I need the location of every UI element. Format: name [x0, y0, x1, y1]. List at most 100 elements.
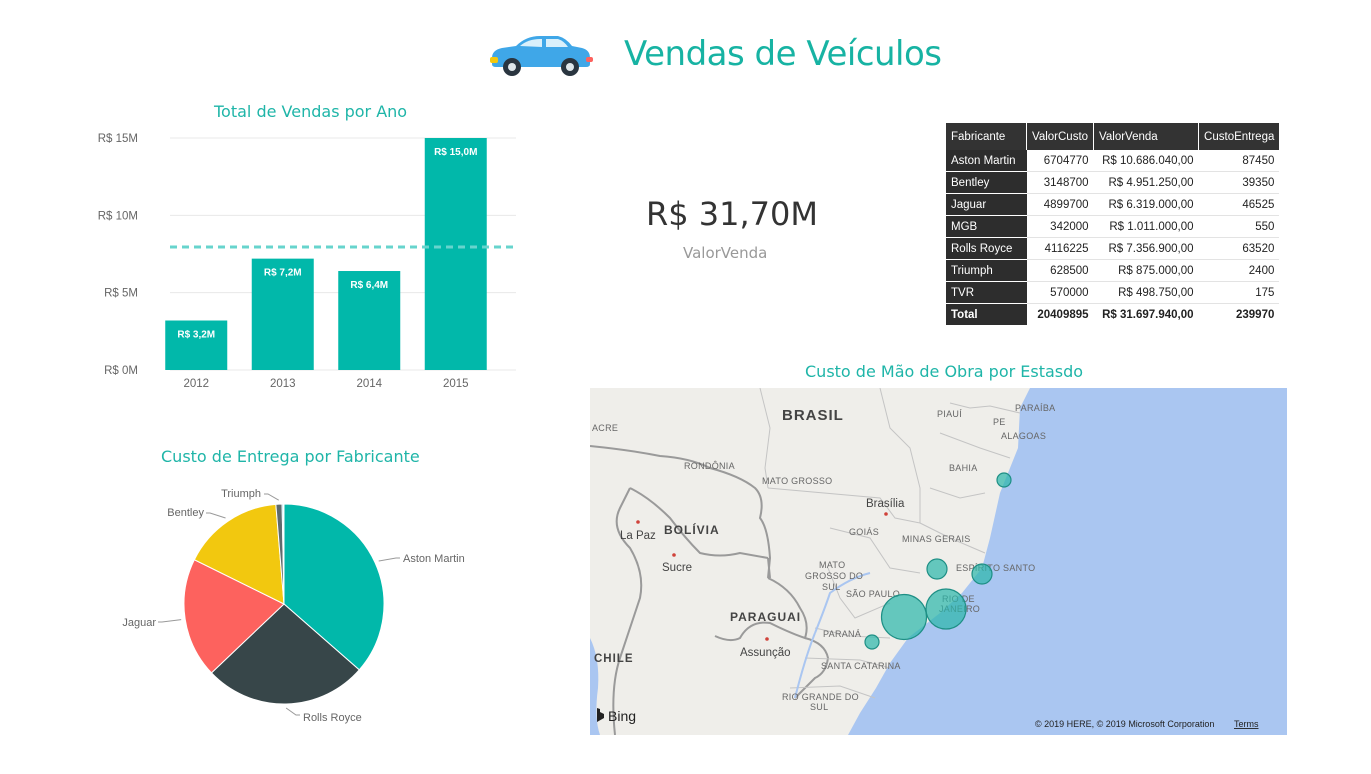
map-label-alagoas: ALAGOAS [1001, 431, 1046, 441]
bar-chart[interactable]: R$ 0M R$ 5M R$ 10M R$ 15M R$ 3,2M 2012 R$ 7,2M… [90, 125, 530, 395]
pie-leader-line [206, 512, 226, 519]
table-row[interactable]: Triumph 628500 R$ 875.000,00 2400 [946, 259, 1280, 282]
pie-label: Aston Martin [403, 553, 465, 565]
table-cell-valorcusto: 4899700 [1026, 193, 1094, 216]
table-cell-valorcusto: 342000 [1026, 215, 1094, 238]
sales-table[interactable]: Fabricante ValorCusto ValorVenda CustoEn… [946, 123, 1280, 325]
map-label-paraguai: PARAGUAI [730, 610, 801, 624]
bar-2015[interactable] [424, 138, 487, 370]
map-label-rio-grande-line2: SUL [810, 702, 828, 712]
map-terms-link[interactable]: Terms [1234, 719, 1259, 729]
table-cell-fabricante: Total [946, 303, 1027, 325]
table-row[interactable]: Jaguar 4899700 R$ 6.319.000,00 46525 [946, 193, 1280, 216]
bar-y-tick-label: R$ 0M [104, 365, 138, 377]
table-cell-valorcusto: 20409895 [1037, 308, 1089, 321]
table-cell-valorvenda: R$ 7.356.900,00 [1093, 237, 1199, 260]
table-cell-valorvenda: R$ 498.750,00 [1093, 281, 1199, 304]
pie-label: Bentley [167, 507, 204, 519]
map-bubble[interactable] [880, 593, 928, 641]
map-bubble[interactable] [996, 472, 1012, 488]
map-bubble[interactable] [864, 634, 880, 650]
bar-y-tick-label: R$ 15M [98, 133, 138, 145]
map-title: Custo de Mão de Obra por Estasdo [805, 362, 1084, 381]
car-icon [486, 30, 596, 83]
pie-label: Jaguar [122, 617, 156, 629]
map-label-brasil: BRASIL [782, 407, 844, 424]
map-label-piaui: PIAUÍ [937, 409, 962, 419]
map-bubble[interactable] [925, 588, 967, 630]
bar-value-label: R$ 7,2M [264, 268, 302, 279]
bar-value-label: R$ 6,4M [350, 280, 388, 291]
table-cell-valorcusto: 3148700 [1026, 171, 1094, 194]
map-label-pe: PE [993, 417, 1006, 427]
bar-x-tick-label: 2012 [183, 378, 209, 390]
map-label-mato-grosso: MATO GROSSO [762, 476, 832, 486]
map-city-brasilia: Brasília [866, 498, 905, 510]
table-cell-fabricante: Jaguar [946, 193, 1027, 216]
map-label-santa-catarina: SANTA CATARINA [821, 661, 901, 671]
map-label-minas-gerais: MINAS GERAIS [902, 534, 971, 544]
table-cell-valorvenda: R$ 6.319.000,00 [1093, 193, 1199, 216]
table-cell-custoentrega: 46525 [1198, 193, 1280, 216]
column-header-fabricante[interactable]: Fabricante [946, 123, 1027, 150]
table-cell-custoentrega: 2400 [1198, 259, 1280, 282]
table-row[interactable]: Aston Martin 6704770 R$ 10.686.040,00 87450 [946, 150, 1280, 172]
bar-x-tick-label: 2014 [356, 378, 382, 390]
table-cell-valorcusto: 628500 [1026, 259, 1094, 282]
table-cell-fabricante: TVR [946, 281, 1027, 304]
table-row[interactable]: TVR 570000 R$ 498.750,00 175 [946, 281, 1280, 304]
map-label-acre: ACRE [592, 423, 618, 433]
bar-x-tick-label: 2013 [270, 378, 296, 390]
map-label-mato-line2: GROSSO DO [805, 571, 863, 581]
bing-label: Bing [608, 708, 636, 724]
map-bubble[interactable] [926, 558, 948, 580]
table-row[interactable]: MGB 342000 R$ 1.011.000,00 550 [946, 215, 1280, 238]
map-label-bolivia: BOLÍVIA [664, 522, 720, 537]
table-cell-custoentrega: 550 [1198, 215, 1280, 238]
table-cell-custoentrega: 239970 [1236, 308, 1275, 321]
pie-chart[interactable]: Aston Martin Rolls Royce Jaguar Bentley Triu… [100, 478, 500, 738]
kpi-value: R$ 31,70M [646, 195, 818, 233]
table-cell-fabricante: Bentley [946, 171, 1027, 194]
table-cell-custoentrega: 87450 [1198, 150, 1280, 172]
table-row[interactable]: Bentley 3148700 R$ 4.951.250,00 39350 [946, 171, 1280, 194]
map-label-mato-line1: MATO [819, 560, 845, 570]
bar-value-label: R$ 3,2M [177, 330, 215, 341]
map-label-chile: CHILE [594, 653, 634, 665]
table-cell-custoentrega: 175 [1198, 281, 1280, 304]
table-cell-fabricante: Triumph [946, 259, 1027, 282]
map[interactable]: BRASIL BOLÍVIA PARAGUAI CHILE ACRE RONDÔ… [590, 388, 1287, 735]
map-canvas: BRASIL BOLÍVIA PARAGUAI CHILE ACRE RONDÔ… [590, 388, 1287, 735]
bar-2012[interactable] [165, 320, 228, 370]
bar-value-label: R$ 15,0M [434, 147, 477, 158]
page-title: Vendas de Veículos [624, 34, 942, 74]
table-total-row[interactable]: Total 20409895 R$ 31.697.940,00 239970 [946, 303, 1279, 325]
map-label-goias: GOIÁS [849, 527, 879, 537]
table-row[interactable]: Rolls Royce 4116225 R$ 7.356.900,00 63520 [946, 237, 1280, 260]
pie-leader-line [285, 707, 300, 716]
column-header-custoentrega[interactable]: CustoEntrega [1198, 123, 1280, 150]
bar-y-tick-label: R$ 5M [104, 288, 138, 300]
map-label-espirito-santo: ESPÍRITO SANTO [956, 563, 1035, 573]
table-cell-valorcusto: 4116225 [1026, 237, 1094, 260]
map-label-bahia: BAHIA [949, 463, 978, 473]
map-city-sucre: Sucre [662, 562, 692, 574]
map-label-rio-grande-line1: RIO GRANDE DO [782, 692, 859, 702]
table-cell-valorvenda: R$ 1.011.000,00 [1093, 215, 1199, 238]
table-cell-valorvenda: R$ 10.686.040,00 [1093, 150, 1199, 172]
map-bubble[interactable] [971, 563, 993, 585]
column-header-valorvenda[interactable]: ValorVenda [1093, 123, 1200, 150]
table-cell-fabricante: Aston Martin [946, 150, 1027, 172]
kpi-label: ValorVenda [683, 244, 768, 262]
table-header-row: Fabricante ValorCusto ValorVenda CustoEn… [946, 123, 1280, 150]
map-label-parana: PARANÁ [823, 629, 861, 639]
pie-chart-title: Custo de Entrega por Fabricante [161, 447, 420, 466]
table-cell-valorcusto: 570000 [1026, 281, 1094, 304]
pie-label: Triumph [221, 488, 261, 500]
pie-leader-line [158, 619, 182, 623]
map-label-paraiba: PARAÍBA [1015, 403, 1055, 413]
column-header-valorcusto[interactable]: ValorCusto [1026, 123, 1095, 150]
table-cell-fabricante: MGB [946, 215, 1027, 238]
table-cell-valorvenda: R$ 4.951.250,00 [1093, 171, 1199, 194]
bar-chart-title: Total de Vendas por Ano [214, 102, 408, 121]
